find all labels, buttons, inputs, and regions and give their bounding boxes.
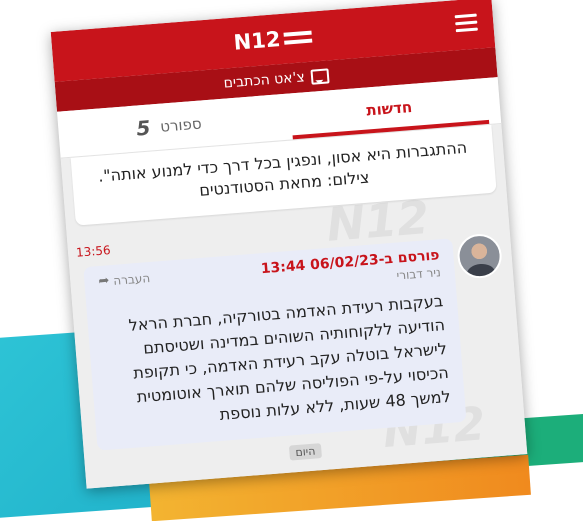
n12-logo[interactable]: N12 <box>233 25 313 55</box>
logo-bars-icon <box>283 29 313 47</box>
phone-screen: N12 צ'אט הכתבים חדשות ספורט 5 N12 N12 N1… <box>50 0 528 489</box>
message-meta: פורסם ב-06/02/23 13:44 ניר דבורי <box>260 247 441 293</box>
message-body: בעקבות רעידת האדמה בטורקיה, חברת הראל הו… <box>127 291 452 424</box>
previous-message-time: 13:56 <box>75 243 112 260</box>
subtitle-label: צ'אט הכתבים <box>223 69 306 92</box>
date-divider: היום <box>288 443 322 461</box>
chat-icon <box>310 67 330 85</box>
hamburger-menu-icon[interactable] <box>454 13 478 34</box>
message-card: פורסם ב-06/02/23 13:44 ניר דבורי העברה ➦… <box>83 238 467 451</box>
forward-button[interactable]: העברה ➦ <box>97 270 151 290</box>
logo-text: N12 <box>232 27 282 55</box>
sport-5-icon: 5 <box>135 115 152 141</box>
chat-feed[interactable]: N12 N12 N12 N12 ההתגברות היא אסון, ונפגי… <box>60 123 528 489</box>
forward-label: העברה <box>112 270 151 288</box>
forward-arrow-icon: ➦ <box>97 273 110 290</box>
author-avatar[interactable] <box>455 232 504 280</box>
tab-news-label: חדשות <box>365 97 413 120</box>
tab-sport-label: ספורט <box>159 114 203 136</box>
